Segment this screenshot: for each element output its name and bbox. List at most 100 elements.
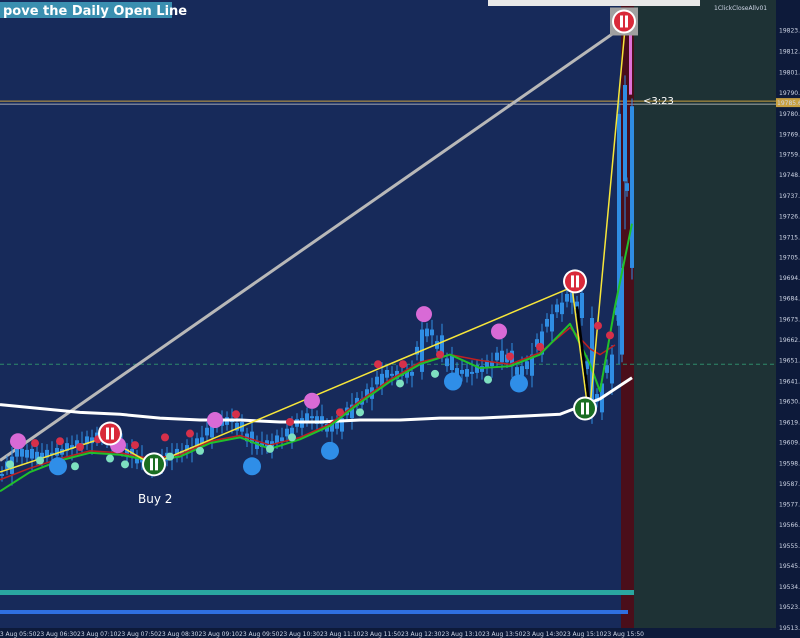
candle-body [425,328,429,337]
time-tick-label: 23 Aug 13:50 [482,631,523,638]
fractal-up-dot [131,441,139,450]
candle-body [623,85,627,182]
fractal-down-dot [396,379,404,388]
candle-body [205,427,209,436]
candle-body [555,304,559,313]
candle-body [430,329,434,336]
time-tick-label: 23 Aug 09:10 [199,631,240,638]
price-tick-label: 19801.60 [779,69,800,76]
candle-body [625,183,629,191]
candle-body [495,352,499,361]
price-tick-label: 19641.10 [779,378,800,385]
fractal-down-dot [196,446,204,455]
candle-body [460,369,464,374]
price-tick-label: 19823.20 [779,28,800,35]
time-tick-label: 23 Aug 09:50 [239,631,280,638]
price-tick-label: 19598.50 [779,460,800,467]
price-tick-label: 19715.80 [779,235,800,242]
time-tick-label: 23 Aug 12:30 [401,631,442,638]
candle-body [275,435,279,444]
price-tick-label: 19513.00 [779,625,800,632]
time-tick-label: 23 Aug 15:50 [604,631,645,638]
time-tick-label: 23 Aug 11:50 [361,631,402,638]
time-tick-label: 23 Aug 06:30 [37,631,78,638]
candle-body [280,437,284,442]
chart-window: pove the Daily Open Line 1ClickCloseAllv… [0,0,800,638]
time-tick-label: 23 Aug 14:30 [523,631,564,638]
sell-signal-icon-glyph [576,275,579,288]
countdown-label: <3:23 [643,96,674,107]
bottom-swing-dot [321,441,339,460]
candle-body [305,413,309,422]
candle-body [520,366,524,376]
price-tick-label: 19566.40 [779,522,800,529]
candle-body [560,302,564,315]
time-tick-label: 23 Aug 07:50 [118,631,159,638]
candle-body [515,367,519,375]
sell-signal-icon [614,11,634,32]
price-tick-label: 19587.70 [779,481,800,488]
price-tick-label: 19759.00 [779,151,800,158]
time-tick-label: 23 Aug 13:10 [442,631,483,638]
price-tick-label: 19673.20 [779,317,800,324]
fractal-up-dot [232,410,240,419]
fractal-up-dot [286,417,294,426]
fractal-up-dot [399,360,407,369]
top-swing-dot [416,306,432,323]
fractal-up-dot [336,408,344,417]
price-chart: pove the Daily Open Line 1ClickCloseAllv… [0,0,800,638]
price-tick-label: 19662.70 [779,337,800,344]
price-tick-label: 19630.60 [779,399,800,406]
price-tick-label: 19737.40 [779,193,800,200]
bottom-swing-dot [49,457,67,476]
candle-body [525,361,529,370]
candle-body [565,293,569,302]
time-tick-label: 23 Aug 15:10 [563,631,604,638]
candle-body [445,358,449,367]
price-tick-label: 19651.90 [779,358,800,365]
price-tick-label: 19684.00 [779,296,800,303]
price-tick-label: 19812.40 [779,49,800,56]
fractal-down-dot [106,454,114,463]
price-tick-label: 19705.30 [779,255,800,262]
buy-label: Buy 2 [138,492,172,506]
fractal-down-dot [36,456,44,465]
sell-signal-icon [565,271,585,292]
buy-signal-icon [575,398,595,419]
fractal-up-dot [76,443,84,452]
time-tick-label: 23 Aug 07:10 [77,631,118,638]
candle-body [580,292,584,318]
price-tick-label: 19694.80 [779,275,800,282]
fractal-up-dot [436,350,444,359]
price-tick-label: 19769.20 [779,132,800,139]
indicator-title: pove the Daily Open Line [3,4,187,19]
candle-body [605,365,609,373]
time-tick-label: 23 Aug 11:10 [320,631,361,638]
time-tick-label: 23 Aug 05:50 [0,631,37,638]
top-swing-dot [304,392,320,409]
bottom-swing-dot [243,457,261,476]
time-tick-label: 23 Aug 08:30 [158,631,199,638]
price-tick-label: 19523.80 [779,604,800,611]
ea-name-label: 1ClickCloseAllv01 [714,5,767,12]
price-tick-label: 19534.30 [779,584,800,591]
fractal-up-dot [31,439,39,448]
candle-body [25,449,29,458]
price-tick-label: 19555.60 [779,543,800,550]
buy-signal-icon-glyph [155,458,158,471]
candle-body [375,376,379,385]
candle-body [310,416,314,419]
sell-signal-icon-glyph [571,275,574,288]
candle-body [55,447,59,456]
candle-body [470,371,474,374]
fractal-down-dot [431,369,439,378]
fractal-up-dot [606,331,614,340]
future-zone [634,0,776,628]
fractal-down-dot [121,460,129,469]
candle-body [390,373,394,376]
candle-body [20,448,24,457]
toolbar-strip[interactable] [488,0,700,6]
buy-signal-icon-glyph [581,402,584,415]
fractal-down-dot [356,408,364,417]
fractal-up-dot [594,321,602,330]
